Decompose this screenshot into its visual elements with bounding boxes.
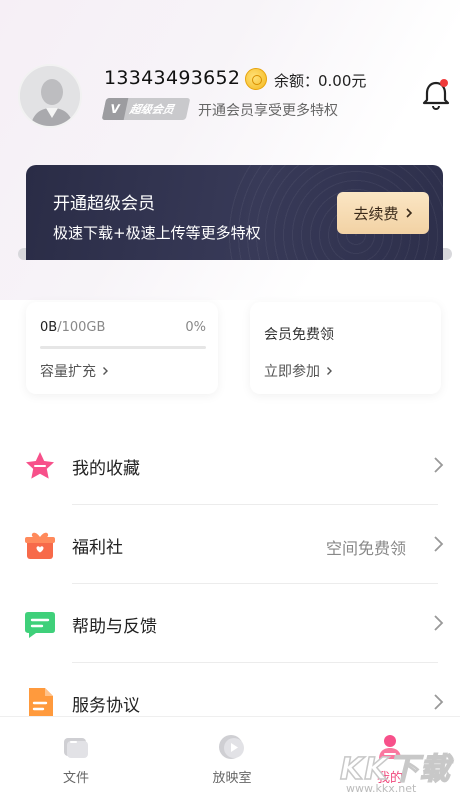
chevron-right-icon	[434, 536, 444, 552]
chat-icon	[24, 608, 56, 640]
coin-icon	[245, 68, 267, 90]
banner-subtitle: 极速下载+极速上传等更多特权	[53, 224, 261, 242]
nav-label: 放映室	[212, 771, 252, 786]
renew-button-label: 去续费	[353, 204, 399, 223]
account-phone: 13343493652	[104, 67, 241, 89]
menu-item-help[interactable]: 帮助与反馈	[0, 584, 460, 663]
folder-icon	[64, 738, 88, 758]
chevron-right-icon	[434, 457, 444, 473]
join-now-label: 立即参加	[264, 364, 320, 380]
join-now-link[interactable]: 立即参加	[264, 361, 333, 381]
balance-value: 0.00元	[318, 72, 367, 90]
gift-icon	[24, 529, 56, 561]
vip-badge-text: 超级会员	[128, 103, 176, 116]
renew-button[interactable]: 去续费	[337, 192, 429, 234]
watermark-url: www.kkx.net	[346, 782, 417, 795]
menu-label: 帮助与反馈	[72, 617, 157, 637]
free-vip-title: 会员免费领	[264, 327, 334, 343]
chevron-right-icon	[405, 208, 412, 218]
menu-label: 福利社	[72, 538, 123, 558]
watermark: KK下载 www.kkx.net	[339, 744, 458, 798]
storage-percent: 0%	[185, 320, 206, 335]
menu-item-welfare[interactable]: 福利社 空间免费领	[0, 505, 460, 584]
play-icon	[219, 735, 244, 759]
nav-label: 文件	[62, 771, 89, 786]
nav-screening-room[interactable]: 放映室	[172, 717, 292, 800]
storage-total: /100GB	[57, 320, 106, 335]
document-icon	[24, 687, 56, 719]
vip-tip: 开通会员享受更多特权	[198, 103, 338, 119]
storage-card[interactable]: 0B/100GB 0% 容量扩充	[26, 302, 218, 394]
storage-used: 0B	[40, 320, 58, 335]
free-vip-card[interactable]: 会员免费领 立即参加	[250, 302, 441, 394]
banner-title: 开通超级会员	[53, 194, 155, 214]
chevron-right-icon	[434, 615, 444, 631]
menu-value: 空间免费领	[325, 539, 406, 558]
menu-item-favorites[interactable]: 我的收藏	[0, 426, 460, 505]
vip-badge: V 超级会员	[101, 98, 191, 120]
chevron-right-icon	[103, 367, 108, 375]
vip-banner[interactable]: 开通超级会员 极速下载+极速上传等更多特权 去续费	[26, 165, 443, 260]
chevron-right-icon	[327, 367, 332, 375]
menu-label: 我的收藏	[72, 459, 140, 479]
nav-files[interactable]: 文件	[16, 717, 136, 800]
expand-capacity-label: 容量扩充	[40, 364, 96, 380]
menu-label: 服务协议	[72, 696, 140, 716]
star-icon	[24, 450, 56, 482]
avatar[interactable]	[18, 64, 82, 128]
storage-progress-bar	[40, 346, 206, 349]
chevron-right-icon	[434, 694, 444, 710]
storage-usage: 0B/100GB	[40, 320, 105, 335]
expand-capacity-link[interactable]: 容量扩充	[40, 361, 109, 381]
notification-dot	[440, 79, 448, 87]
balance-label: 余额：	[274, 72, 320, 90]
